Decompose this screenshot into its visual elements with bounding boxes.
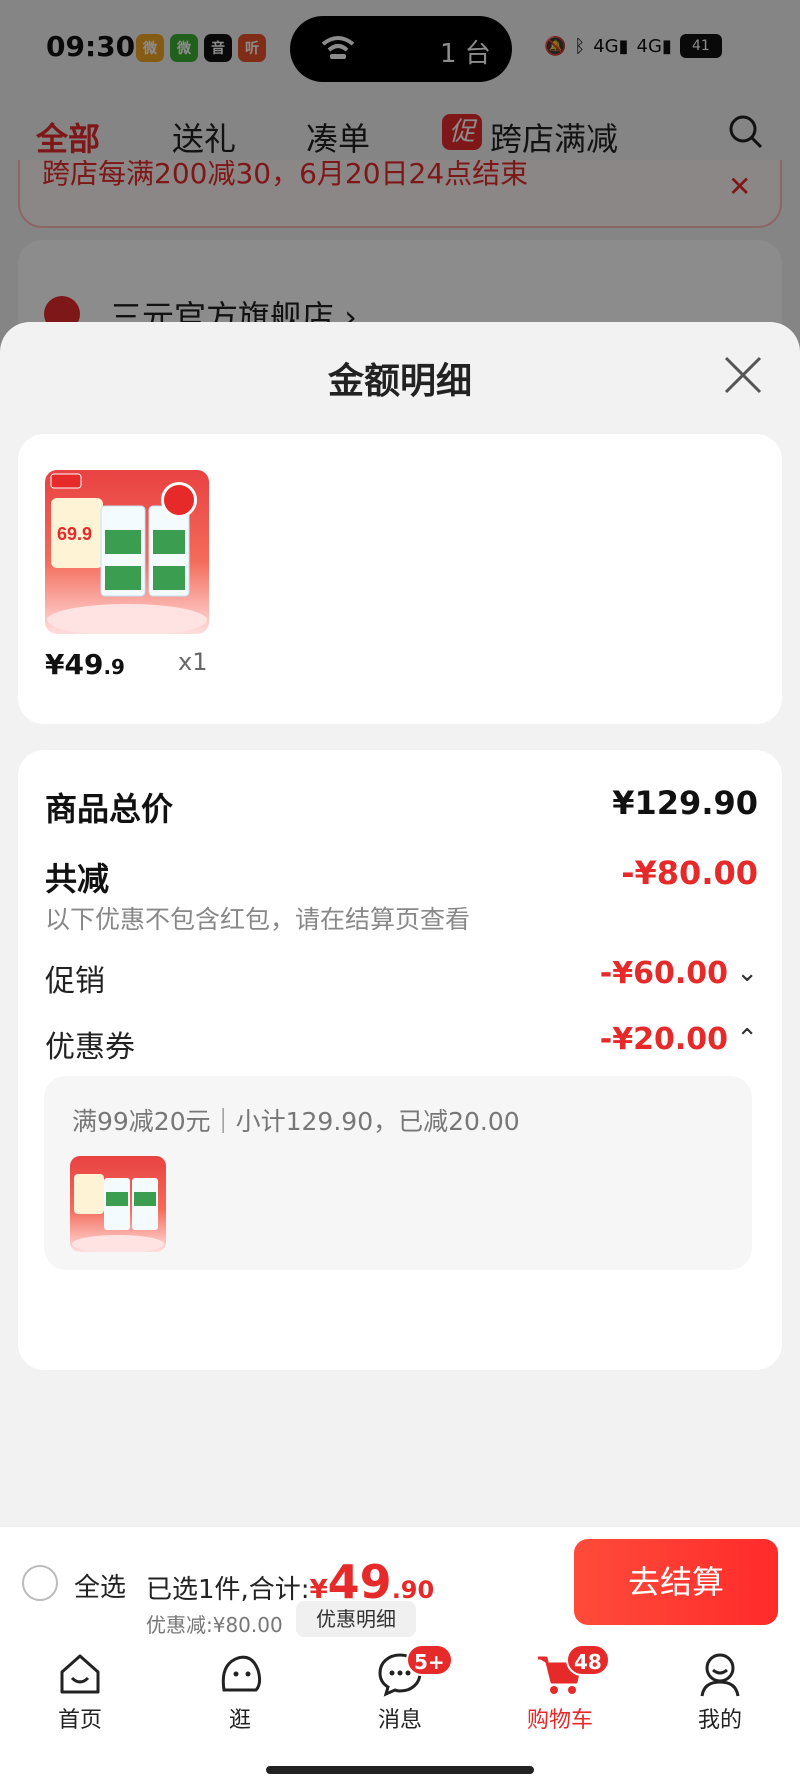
tab-cart[interactable]: 48 购物车 bbox=[500, 1644, 620, 1734]
select-all-checkbox[interactable] bbox=[22, 1565, 58, 1601]
coupon-value: -¥20.00 bbox=[599, 1022, 728, 1057]
coupon-label: 优惠券 bbox=[45, 1030, 135, 1065]
total-value: ¥129.90 bbox=[612, 784, 758, 822]
product-price-int: ¥49 bbox=[45, 648, 104, 681]
discount-row: 共减 -¥80.00 bbox=[45, 854, 758, 900]
product-image[interactable]: 69.9 bbox=[45, 470, 209, 634]
tab-cart-label: 购物车 bbox=[526, 1708, 593, 1733]
select-all-label[interactable]: 全选 bbox=[74, 1567, 126, 1604]
coupon-detail-text: 满99减20元｜小计129.90，已减20.00 bbox=[72, 1107, 520, 1136]
promotion-value: -¥60.00 bbox=[599, 956, 728, 991]
promotion-label: 促销 bbox=[45, 964, 105, 999]
coupon-detail-box: 满99减20元｜小计129.90，已减20.00 bbox=[44, 1076, 752, 1270]
tab-messages-label: 消息 bbox=[377, 1708, 422, 1733]
discount-hint: 以下优惠不包含红包，请在结算页查看 bbox=[45, 905, 471, 934]
message-badge: 5+ bbox=[406, 1644, 453, 1676]
tab-profile[interactable]: 我的 bbox=[660, 1650, 780, 1734]
profile-icon bbox=[700, 1653, 740, 1697]
discount-label: 共减 bbox=[45, 860, 110, 898]
chevron-down-icon: ⌄ bbox=[736, 958, 758, 988]
product-price: ¥49.9 bbox=[45, 648, 125, 681]
total-row: 商品总价 ¥129.90 bbox=[45, 784, 758, 830]
close-icon[interactable] bbox=[722, 354, 764, 396]
sheet-title: 金额明细 bbox=[327, 361, 472, 402]
checkout-button[interactable]: 去结算 bbox=[574, 1539, 778, 1625]
home-icon bbox=[60, 1654, 100, 1694]
summary-amount-dec: .90 bbox=[391, 1576, 435, 1604]
milk-box-thumb bbox=[72, 1174, 164, 1252]
thumb-price: 69.9 bbox=[57, 524, 92, 544]
browse-icon bbox=[221, 1655, 262, 1692]
promotion-row[interactable]: 促销 -¥60.00 ⌄ bbox=[45, 956, 758, 1000]
checkout-bar: 全选 已选1件,合计:¥49.90 优惠减:¥80.00 优惠明细 去结算 bbox=[0, 1526, 800, 1640]
tab-browse-label: 逛 bbox=[228, 1708, 251, 1733]
tab-messages[interactable]: 5+ 消息 bbox=[340, 1644, 460, 1734]
tab-home[interactable]: 首页 bbox=[20, 1650, 140, 1734]
discount-note: 优惠减:¥80.00 bbox=[146, 1613, 283, 1637]
discount-detail-button[interactable]: 优惠明细 bbox=[296, 1601, 416, 1637]
home-indicator bbox=[266, 1766, 534, 1774]
cart-badge: 48 bbox=[566, 1644, 610, 1676]
tab-profile-label: 我的 bbox=[697, 1708, 742, 1733]
coupon-row[interactable]: 优惠券 -¥20.00 ⌃ bbox=[45, 1022, 758, 1066]
summary-prefix: 已选1件,合计: bbox=[146, 1575, 310, 1605]
coupon-product-image[interactable] bbox=[70, 1156, 166, 1252]
tab-browse[interactable]: 逛 bbox=[180, 1650, 300, 1734]
product-price-decimal: .9 bbox=[103, 655, 125, 679]
total-label: 商品总价 bbox=[45, 790, 174, 828]
product-quantity: x1 bbox=[178, 648, 208, 676]
selected-check-icon bbox=[161, 482, 197, 518]
chevron-up-icon: ⌃ bbox=[736, 1024, 758, 1054]
discount-value: -¥80.00 bbox=[621, 854, 758, 892]
price-detail-card: 商品总价 ¥129.90 共减 -¥80.00 以下优惠不包含红包，请在结算页查… bbox=[18, 750, 782, 1370]
tab-home-label: 首页 bbox=[57, 1708, 102, 1733]
product-card: 69.9 ¥49.9 x1 bbox=[18, 434, 782, 724]
